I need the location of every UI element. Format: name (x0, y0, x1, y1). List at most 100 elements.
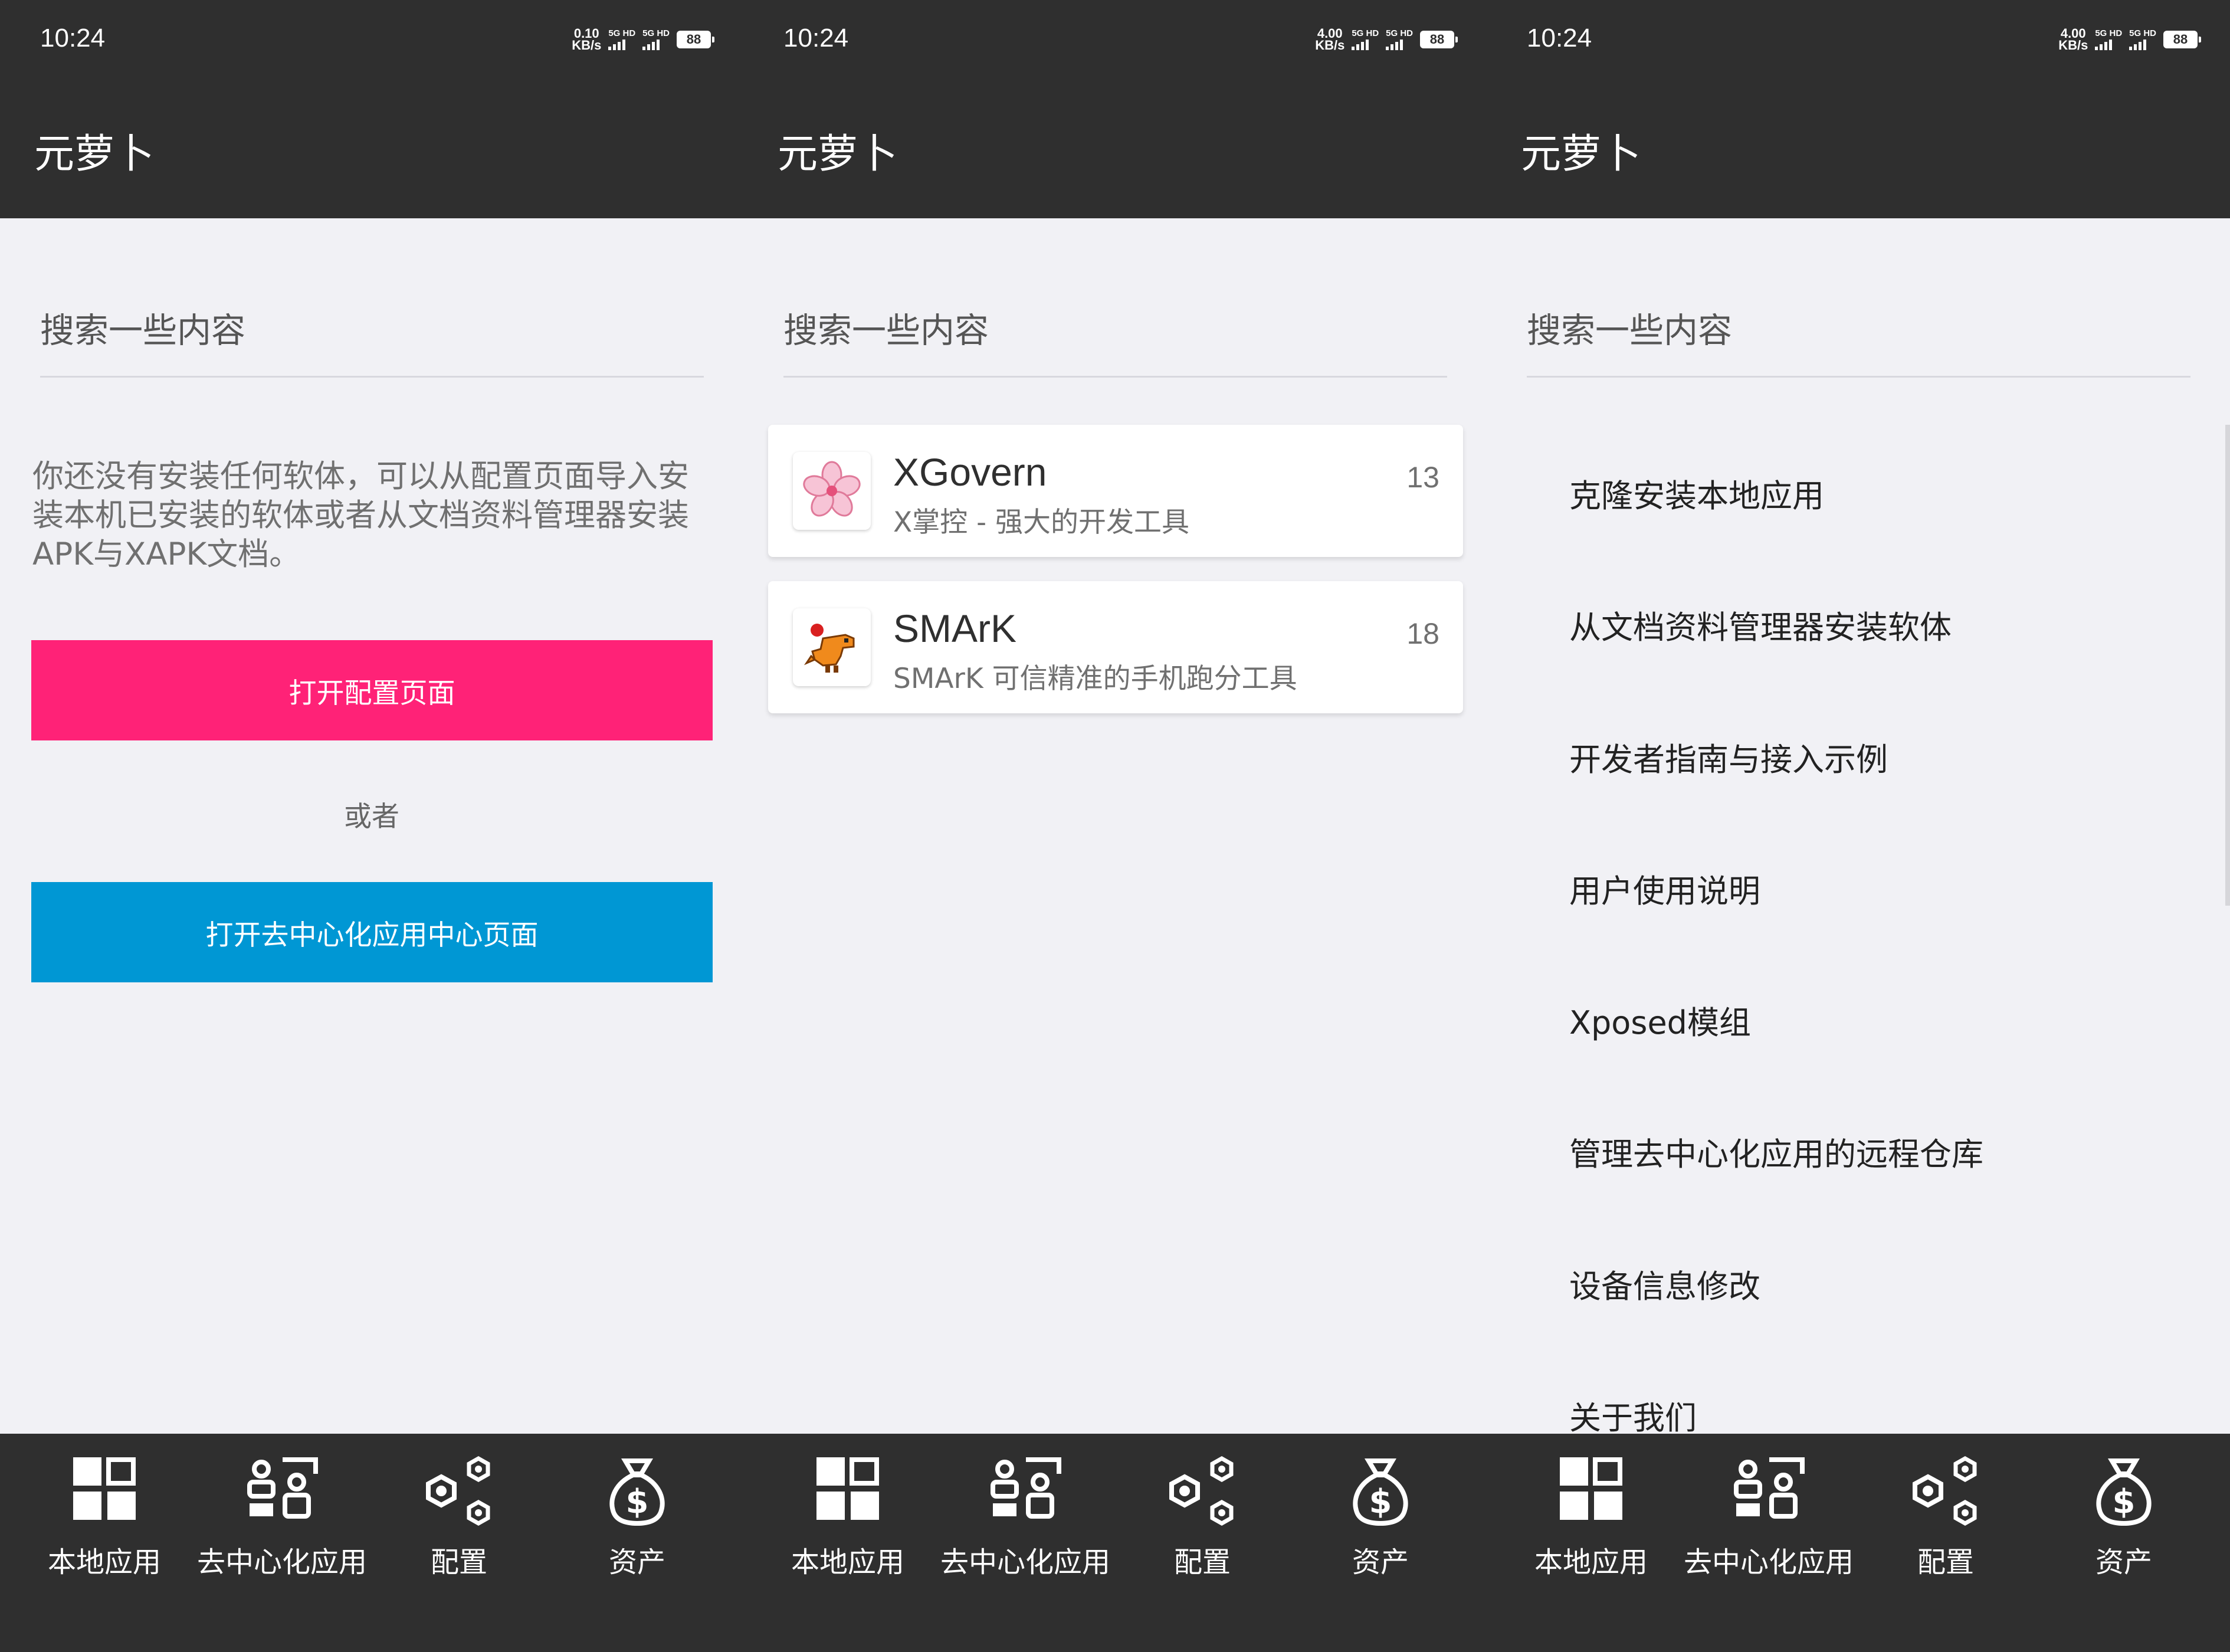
grid-icon (816, 1457, 879, 1520)
nav-label: 配置 (430, 1546, 487, 1579)
nav-label: 去中心化应用 (940, 1546, 1110, 1579)
app-bar: 元萝卜 (1487, 77, 2230, 218)
signal-bars-icon (2129, 38, 2147, 50)
open-decentralized-center-button[interactable]: 打开去中心化应用中心页面 (31, 882, 713, 982)
dinosaur-icon (793, 608, 871, 686)
network-speed: 0.10 KB/s (572, 27, 602, 53)
status-bar: 10:24 4.00 KB/s 5G HD 5G HD 88 (1487, 0, 2230, 77)
bottom-nav: 本地应用 去中心化应用 配置 $ 资产 (1487, 1434, 2230, 1652)
signal-bars-icon (608, 38, 626, 50)
status-time: 10:24 (783, 24, 849, 53)
app-card-smark[interactable]: SMArK SMArK 可信精准的手机跑分工具 18 (768, 581, 1463, 713)
app-card-xgovern[interactable]: XGovern X掌控 - 强大的开发工具 13 (768, 425, 1463, 557)
menu-xposed-modules[interactable]: Xposed模组 (1569, 981, 2189, 1058)
search-box (783, 289, 1447, 378)
nav-label: 本地应用 (1534, 1546, 1648, 1579)
signal-bars-icon (1352, 38, 1369, 50)
signal-2-label: 5G HD (1386, 28, 1413, 38)
signal-2: 5G HD (1386, 29, 1413, 50)
nav-label: 去中心化应用 (1683, 1546, 1854, 1579)
hex-nodes-icon (426, 1456, 490, 1526)
screens-container: 10:24 0.10 KB/s 5G HD 5G HD 88 元萝卜 搜索一些内… (0, 0, 2230, 1652)
app-count: 18 (1406, 617, 1439, 650)
nav-assets[interactable]: $ 资产 (549, 1434, 726, 1587)
open-config-button[interactable]: 打开配置页面 (31, 640, 713, 740)
or-divider-text: 或者 (344, 801, 399, 833)
app-title: 元萝卜 (1521, 131, 1642, 178)
signal-2: 5G HD (642, 29, 670, 50)
sakura-icon (793, 452, 871, 530)
app-title: 元萝卜 (778, 131, 898, 178)
nav-local-apps[interactable]: 本地应用 (759, 1434, 936, 1587)
nav-config[interactable]: 配置 (370, 1434, 547, 1587)
nav-local-apps[interactable]: 本地应用 (1503, 1434, 1680, 1587)
svg-text:$: $ (626, 1483, 649, 1521)
money-bag-icon: $ (609, 1458, 665, 1526)
app-description: X掌控 - 强大的开发工具 (893, 506, 1190, 539)
search-input[interactable] (40, 301, 704, 360)
menu-developer-guide[interactable]: 开发者指南与接入示例 (1569, 718, 2189, 795)
menu-install-from-file-manager[interactable]: 从文档资料管理器安装软体 (1569, 586, 2189, 663)
signal-1-label: 5G HD (608, 28, 636, 38)
signal-2-label: 5G HD (642, 28, 670, 38)
hex-nodes-icon (1169, 1456, 1234, 1526)
search-box (40, 289, 704, 378)
svg-text:$: $ (2113, 1483, 2136, 1521)
app-bar: 元萝卜 (743, 77, 1487, 218)
nav-label: 资产 (2095, 1546, 2152, 1579)
search-box (1527, 289, 2190, 378)
battery-icon: 88 (1420, 31, 1458, 48)
app-bar: 元萝卜 (0, 77, 743, 218)
money-bag-icon: $ (1353, 1458, 1408, 1526)
signal-1: 5G HD (608, 29, 635, 50)
search-input[interactable] (1527, 301, 2190, 360)
scrollbar[interactable] (2225, 425, 2230, 906)
screen-local-apps-empty: 10:24 0.10 KB/s 5G HD 5G HD 88 元萝卜 搜索一些内… (0, 0, 743, 1652)
money-bag-icon: $ (2096, 1458, 2152, 1526)
people-icon (991, 1457, 1061, 1519)
status-indicators: 4.00 KB/s 5G HD 5G HD 88 (1315, 25, 1458, 54)
screen-local-apps-list: 10:24 4.00 KB/s 5G HD 5G HD 88 元萝卜 搜索一些内… (743, 0, 1487, 1652)
nav-label: 配置 (1917, 1546, 1974, 1579)
bottom-nav: 本地应用 去中心化应用 配置 $ 资产 (743, 1434, 1487, 1652)
signal-bars-icon (642, 38, 660, 50)
hex-nodes-icon (1913, 1456, 1977, 1526)
people-icon (247, 1457, 318, 1519)
battery-icon: 88 (2163, 31, 2201, 48)
status-time: 10:24 (40, 24, 106, 53)
status-indicators: 0.10 KB/s 5G HD 5G HD 88 (572, 25, 714, 54)
network-speed: 4.00 KB/s (1315, 27, 1344, 52)
grid-icon (1560, 1457, 1622, 1520)
status-indicators: 4.00 KB/s 5G HD 5G HD 88 (2058, 25, 2201, 54)
menu-clone-install-local[interactable]: 克隆安装本地应用 (1569, 454, 2189, 531)
battery-icon: 88 (677, 31, 714, 48)
bottom-nav: 本地应用 去中心化应用 配置 $ 资产 (0, 1434, 743, 1652)
nav-label: 本地应用 (791, 1546, 904, 1579)
signal-1-label: 5G HD (2095, 28, 2123, 38)
nav-decentralized-apps[interactable]: 去中心化应用 (937, 1434, 1114, 1587)
network-speed: 4.00 KB/s (2058, 27, 2088, 53)
nav-local-apps[interactable]: 本地应用 (16, 1434, 193, 1587)
nav-label: 本地应用 (47, 1546, 161, 1579)
menu-manage-remote-repos[interactable]: 管理去中心化应用的远程仓库 (1569, 1113, 2189, 1189)
nav-assets[interactable]: $ 资产 (2035, 1434, 2212, 1587)
signal-2: 5G HD (2129, 29, 2156, 50)
status-bar: 10:24 4.00 KB/s 5G HD 5G HD 88 (743, 0, 1487, 77)
nav-label: 配置 (1173, 1546, 1231, 1579)
nav-decentralized-apps[interactable]: 去中心化应用 (194, 1434, 370, 1587)
signal-1: 5G HD (2095, 29, 2122, 50)
search-input[interactable] (783, 301, 1447, 360)
nav-assets[interactable]: $ 资产 (1292, 1434, 1469, 1587)
nav-decentralized-apps[interactable]: 去中心化应用 (1680, 1434, 1857, 1587)
signal-bars-icon (1386, 38, 1403, 50)
nav-config[interactable]: 配置 (1857, 1434, 2034, 1587)
network-speed-unit: KB/s (572, 38, 602, 53)
nav-config[interactable]: 配置 (1114, 1434, 1291, 1587)
grid-icon (73, 1457, 136, 1520)
menu-user-manual[interactable]: 用户使用说明 (1569, 850, 2189, 926)
menu-device-info-edit[interactable]: 设备信息修改 (1569, 1245, 2189, 1322)
svg-text:$: $ (1369, 1483, 1392, 1521)
nav-label: 资产 (1352, 1546, 1409, 1579)
network-speed-unit: KB/s (2058, 38, 2088, 53)
signal-2-label: 5G HD (2129, 28, 2156, 38)
